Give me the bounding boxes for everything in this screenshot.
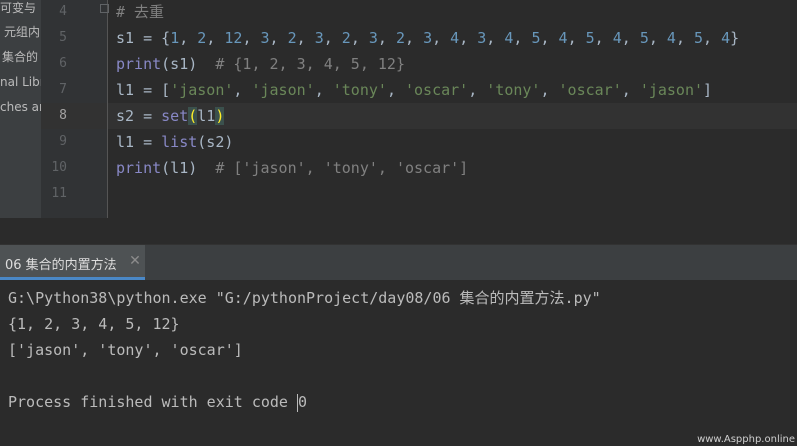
console-exit-line: Process finished with exit code 0 [8,389,307,415]
project-tree-item[interactable]: 集合的 [2,46,38,68]
code-line[interactable]: print(s1) # {1, 2, 3, 4, 5, 12} [116,51,405,77]
project-tree-item[interactable]: 元组内 [4,21,40,43]
run-tab[interactable]: 06 集合的内置方法 ✕ [0,245,145,280]
fold-icon[interactable] [100,4,109,13]
gutter-separator [107,0,108,218]
line-number: 7 [59,82,67,97]
code-line-current[interactable]: s2 = set(l1) [116,103,225,129]
console-line: {1, 2, 3, 4, 5, 12} [8,315,180,333]
console-line: G:\Python38\python.exe "G:/pythonProject… [8,289,601,307]
run-tab-label: 06 集合的内置方法 [5,258,117,273]
editor-empty-area [0,218,797,244]
line-number: 10 [51,160,67,175]
run-console[interactable]: G:\Python38\python.exe "G:/pythonProject… [0,280,797,446]
console-line: ['jason', 'tony', 'oscar'] [8,341,243,359]
project-tree-panel: 可变与 元组内 集合的 nal Libr ches ar [0,0,41,244]
console-exit-text: Process finished with exit code [8,393,297,411]
project-tree-item[interactable]: 可变与 [0,0,36,19]
code-line[interactable]: # 去重 [116,0,164,25]
code-line[interactable]: l1 = list(s2) [116,129,233,155]
line-number: 11 [51,186,67,201]
exit-code-value: 0 [297,393,308,411]
code-line[interactable]: l1 = ['jason', 'jason', 'tony', 'oscar',… [116,77,712,103]
project-tree-item[interactable]: nal Libr [0,71,41,93]
line-number-current: 8 [59,108,67,123]
line-number: 4 [59,4,67,19]
watermark: www.Aspphp.online [697,434,795,445]
code-line[interactable]: print(l1) # ['jason', 'tony', 'oscar'] [116,155,468,181]
line-number: 5 [59,30,67,45]
close-icon[interactable]: ✕ [128,254,142,268]
code-line[interactable]: s1 = {1, 2, 12, 3, 2, 3, 2, 3, 2, 3, 4, … [116,25,739,51]
project-tree-item[interactable]: ches ar [0,96,41,118]
line-number: 6 [59,56,67,71]
line-number: 9 [59,134,67,149]
run-tool-window-tabbar: 06 集合的内置方法 ✕ [0,244,797,280]
